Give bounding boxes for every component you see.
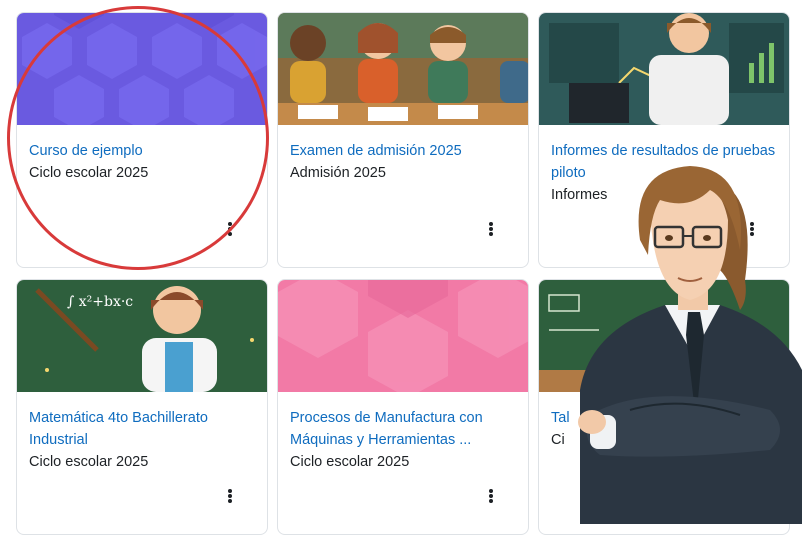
more-options-icon[interactable] bbox=[223, 486, 237, 506]
more-options-icon[interactable] bbox=[484, 486, 498, 506]
board-formula: ∫ x²+bx·c bbox=[67, 294, 133, 310]
course-category: Ciclo escolar 2025 bbox=[290, 454, 410, 470]
course-category: Ciclo escolar 2025 bbox=[29, 454, 149, 470]
course-title-link[interactable]: Examen de admisión 2025 bbox=[290, 140, 516, 162]
course-card-5[interactable]: Procesos de Manufactura con Máquinas y H… bbox=[277, 279, 529, 535]
course-category: Admisión 2025 bbox=[290, 165, 386, 181]
course-card-4[interactable]: ∫ x²+bx·c Matemática 4to Bachillerato In… bbox=[16, 279, 268, 535]
course-image-hexagon-pink[interactable] bbox=[278, 280, 528, 392]
more-options-icon[interactable] bbox=[223, 219, 237, 239]
course-image-students-writing[interactable] bbox=[278, 13, 528, 125]
course-image-math-teacher[interactable]: ∫ x²+bx·c bbox=[17, 280, 267, 392]
course-title-link[interactable]: Matemática 4to Bachillerato Industrial bbox=[29, 407, 255, 451]
course-card-1[interactable]: Curso de ejemplo Ciclo escolar 2025 bbox=[16, 12, 268, 268]
course-category: Ciclo escolar 2025 bbox=[29, 165, 149, 181]
course-image-teacher-laptop[interactable] bbox=[539, 13, 789, 125]
course-title-link[interactable]: Procesos de Manufactura con Máquinas y H… bbox=[290, 407, 516, 451]
course-title-link[interactable]: Curso de ejemplo bbox=[29, 140, 255, 162]
course-card-2[interactable]: Examen de admisión 2025 Admisión 2025 bbox=[277, 12, 529, 268]
character-overlay bbox=[570, 160, 802, 524]
course-image-hexagon-purple[interactable] bbox=[17, 13, 267, 125]
more-options-icon[interactable] bbox=[484, 219, 498, 239]
